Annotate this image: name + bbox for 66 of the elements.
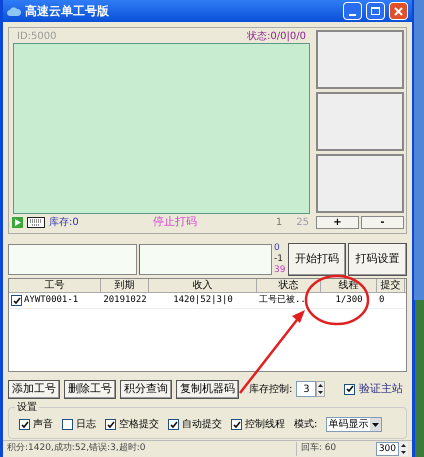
page-current: 1 [276, 216, 282, 230]
cloud-icon [7, 6, 21, 16]
mode-label: 模式: [294, 418, 318, 432]
status-label: 状态:0/0|0/0 [247, 30, 306, 43]
remove-button[interactable]: - [361, 216, 404, 229]
action-button[interactable]: 添加工号 [8, 380, 60, 398]
stock-control-field[interactable]: 3 [296, 381, 316, 397]
close-icon [394, 6, 403, 16]
mode-dropdown[interactable]: 单码显示 [326, 417, 382, 432]
counter-value: 0 [274, 242, 281, 254]
id-label: ID:5000 [17, 30, 56, 43]
table-cell-text: 工号已被.. [259, 294, 306, 307]
stock-label: 库存:0 [49, 216, 80, 230]
check-icon [12, 296, 20, 304]
timeout-field[interactable]: 300 [376, 442, 399, 456]
keyboard-icon[interactable] [27, 217, 45, 228]
stop-label: 停止打码 [153, 214, 198, 230]
column-header[interactable]: 状态 [257, 279, 321, 292]
checkbox[interactable] [62, 419, 73, 430]
counter-value: -1 [274, 254, 284, 264]
annotation-circle [304, 274, 370, 326]
window-title: 高速云单工号版 [25, 3, 110, 20]
column-header[interactable]: 提交 [377, 279, 405, 292]
checkbox[interactable] [11, 295, 22, 306]
action-button[interactable]: 打码设置 [348, 242, 407, 276]
option-label: 声音 [33, 418, 53, 432]
stock-control-label: 库存控制: [249, 382, 292, 396]
column-header[interactable]: 到期 [101, 279, 149, 292]
spinner-icon[interactable] [316, 381, 326, 397]
column-header[interactable]: 收入 [149, 279, 257, 292]
checkbox[interactable] [168, 419, 179, 430]
checkbox[interactable] [105, 419, 116, 430]
input-field[interactable] [139, 244, 272, 274]
checkbox[interactable] [231, 419, 242, 430]
maximize-button[interactable] [366, 2, 385, 20]
add-button[interactable]: + [316, 216, 359, 229]
action-button[interactable]: 开始打码 [288, 242, 346, 276]
checkbox[interactable] [19, 419, 30, 430]
check-icon [20, 420, 28, 428]
action-button[interactable]: 删除工号 [64, 380, 116, 398]
table-cell-text: 0 [379, 294, 384, 307]
counter-value: 39 [274, 264, 286, 276]
minimize-button[interactable] [343, 2, 362, 20]
table-cell-text: 1/300 [335, 294, 363, 307]
action-button[interactable]: 复制机器码 [176, 380, 239, 398]
check-icon [232, 420, 240, 428]
close-button[interactable] [389, 2, 408, 20]
table-cell-text: 20191022 [103, 294, 147, 307]
table-cell-text: 1420|52|3|0 [173, 294, 233, 307]
verify-label: 验证主站 [359, 380, 403, 397]
column-header[interactable]: 工号 [9, 279, 101, 292]
checkbox[interactable] [344, 384, 355, 394]
play-icon[interactable] [12, 217, 23, 228]
option-label: 自动提交 [182, 418, 222, 432]
check-icon [170, 420, 178, 428]
option-label: 控制线程 [245, 418, 285, 432]
check-icon [106, 420, 114, 428]
table-cell-text: AYWT0001-1 [24, 294, 78, 307]
spinner-icon[interactable] [399, 442, 408, 456]
page-total: 25 [296, 216, 309, 230]
status-text: 积分:1420,成功:52,错误:3,超时:0 [7, 442, 147, 456]
option-label: 空格提交 [119, 418, 159, 432]
option-label: 日志 [76, 418, 96, 432]
input-field[interactable] [8, 244, 137, 274]
action-button[interactable]: 积分查询 [120, 380, 172, 398]
check-icon [346, 385, 354, 393]
